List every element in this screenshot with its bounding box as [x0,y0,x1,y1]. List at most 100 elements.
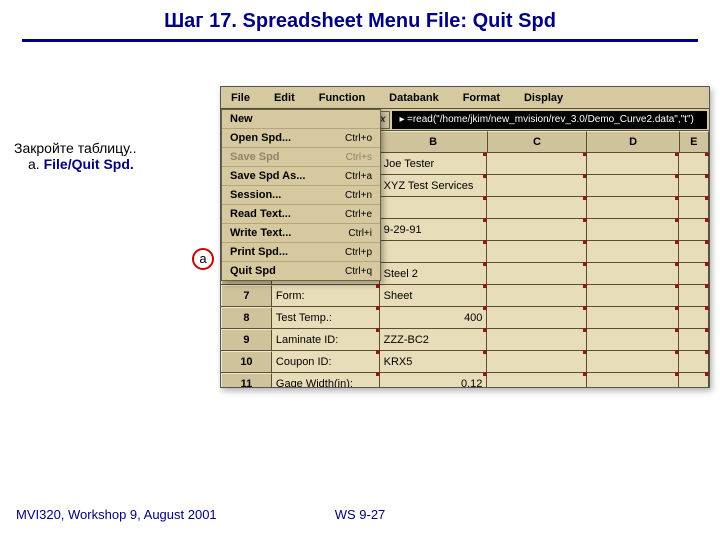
cell[interactable] [487,351,587,372]
menu-format[interactable]: Format [463,92,500,104]
table-row: 8Test Temp.:400 [221,307,709,329]
cell[interactable] [487,307,587,328]
menu-function[interactable]: Function [319,92,365,104]
cell[interactable] [587,175,679,196]
cell[interactable] [679,175,709,196]
cell[interactable] [679,219,709,240]
file-menu-item-write-text[interactable]: Write Text...Ctrl+i [222,224,380,243]
file-menu-item-save-spd: Save Spd Ctrl+s [222,148,380,167]
cell[interactable] [380,197,488,218]
col-e-header[interactable]: E [680,131,709,152]
menu-item-label: Quit Spd [230,265,276,277]
cell[interactable] [679,373,709,388]
cell[interactable] [487,197,587,218]
row-header[interactable]: 8 [221,307,272,328]
menu-databank[interactable]: Databank [389,92,439,104]
cell[interactable] [679,263,709,284]
file-menu-item-session[interactable]: Session...Ctrl+n [222,186,380,205]
cell[interactable]: Test Temp.: [272,307,380,328]
menubar: File Edit Function Databank Format Displ… [221,87,709,109]
cell[interactable] [587,197,679,218]
cell[interactable] [380,241,488,262]
row-header[interactable]: 11 [221,373,272,388]
row-header[interactable]: 10 [221,351,272,372]
cell[interactable] [587,351,679,372]
cell[interactable]: ZZZ-BC2 [380,329,488,350]
cell[interactable] [679,307,709,328]
menu-item-shortcut: Ctrl+p [345,247,372,258]
cell[interactable] [587,307,679,328]
cell[interactable]: Joe Tester [380,153,488,174]
menu-item-shortcut: Ctrl+a [345,171,372,182]
row-header[interactable]: 7 [221,285,272,306]
cell[interactable] [679,153,709,174]
cell[interactable]: Form: [272,285,380,306]
cell[interactable] [587,153,679,174]
cell[interactable]: Coupon ID: [272,351,380,372]
cell[interactable] [487,219,587,240]
table-row: 10Coupon ID:KRX5 [221,351,709,373]
col-c-header[interactable]: C [488,131,588,152]
file-menu-item-read-text[interactable]: Read Text...Ctrl+e [222,205,380,224]
cell[interactable]: 9-29-91 [380,219,488,240]
cell[interactable] [487,329,587,350]
cell[interactable] [679,241,709,262]
col-d-header[interactable]: D [587,131,679,152]
callout-a-marker: a [192,248,214,270]
file-menu-item-save-spd-as[interactable]: Save Spd As... Ctrl+a [222,167,380,186]
cell[interactable] [679,285,709,306]
menu-edit[interactable]: Edit [274,92,295,104]
table-row: 9Laminate ID:ZZZ-BC2 [221,329,709,351]
cell[interactable] [487,153,587,174]
file-menu-item-open-spd[interactable]: Open Spd...Ctrl+o [222,129,380,148]
menu-item-shortcut: Ctrl+i [348,228,372,239]
cell[interactable]: KRX5 [380,351,488,372]
cell[interactable] [487,241,587,262]
formula-bar[interactable]: ▸ =read("/home/jkim/new_mvision/rev_3.0/… [392,111,707,129]
cell[interactable]: Laminate ID: [272,329,380,350]
menu-item-label: Session... [230,189,281,201]
instr-line2-bold: File/Quit Spd. [44,156,134,172]
menu-item-label: Print Spd... [230,246,288,258]
cell[interactable] [587,263,679,284]
cell[interactable] [587,373,679,388]
menu-item-label: Save Spd [230,151,280,163]
cell[interactable] [487,175,587,196]
row-header[interactable]: 9 [221,329,272,350]
instructions: Закройте таблицу.. a. File/Quit Spd. [14,140,137,172]
cell[interactable]: XYZ Test Services [380,175,488,196]
page-title: Шаг 17. Spreadsheet Menu File: Quit Spd [0,0,720,33]
cell[interactable]: 400 [380,307,488,328]
cell[interactable] [679,351,709,372]
cell[interactable] [487,285,587,306]
cell[interactable] [587,285,679,306]
cell[interactable] [679,197,709,218]
cell[interactable]: Gage Width(in): [272,373,380,388]
cell[interactable]: Sheet [380,285,488,306]
menu-item-shortcut: Ctrl+o [345,133,372,144]
menu-item-label: Save Spd As... [230,170,305,182]
cell[interactable] [679,329,709,350]
col-b-header[interactable]: B [380,131,488,152]
menu-item-shortcut: Ctrl+q [345,266,372,277]
file-menu-item-print-spd[interactable]: Print Spd... Ctrl+p [222,243,380,262]
cell[interactable]: Steel 2 [380,263,488,284]
spreadsheet-window: File Edit Function Databank Format Displ… [220,86,710,388]
cell[interactable] [587,241,679,262]
file-menu-item-quit-spd[interactable]: Quit Spd Ctrl+q [222,262,380,280]
footer-center: WS 9-27 [0,507,720,522]
title-rule [22,39,698,42]
menu-display[interactable]: Display [524,92,563,104]
cell[interactable]: 0.12 [380,373,488,388]
formula-text: =read("/home/jkim/new_mvision/rev_3.0/De… [407,111,694,129]
file-menu-item-new[interactable]: New [222,110,380,129]
menu-item-shortcut: Ctrl+e [345,209,372,220]
menu-file[interactable]: File [231,92,250,104]
cell[interactable] [487,263,587,284]
instr-line2-prefix: a. [28,156,40,172]
cell[interactable] [487,373,587,388]
cell[interactable] [587,219,679,240]
cell[interactable] [587,329,679,350]
menu-item-shortcut: Ctrl+s [346,152,372,163]
instr-line2: a. File/Quit Spd. [28,156,137,172]
